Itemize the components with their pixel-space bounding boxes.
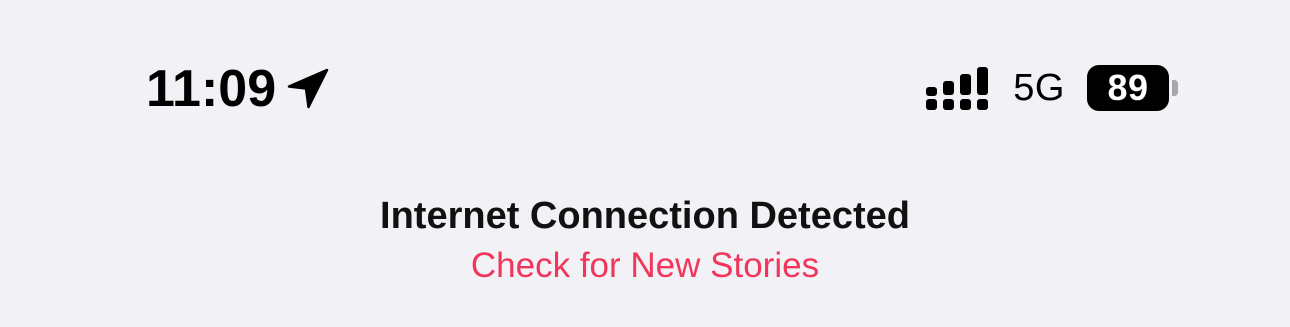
status-time: 11:09 [146,60,277,118]
status-bar: 11:09 5G 89 [0,0,1290,130]
notice-title: Internet Connection Detected [380,195,910,237]
network-type: 5G [1013,67,1065,109]
status-indicators: 5G 89 [925,62,1178,114]
battery-icon: 89 [1087,65,1178,111]
time-group: 11:09 [146,58,330,120]
check-new-stories-button[interactable]: Check for New Stories [0,242,1290,290]
connection-notice: Internet Connection Detected Check for N… [0,190,1290,290]
battery-body: 89 [1087,65,1169,111]
location-arrow-icon [286,67,330,111]
battery-cap [1172,80,1178,96]
battery-level: 89 [1107,67,1149,108]
cellular-signal-icon [925,65,991,111]
